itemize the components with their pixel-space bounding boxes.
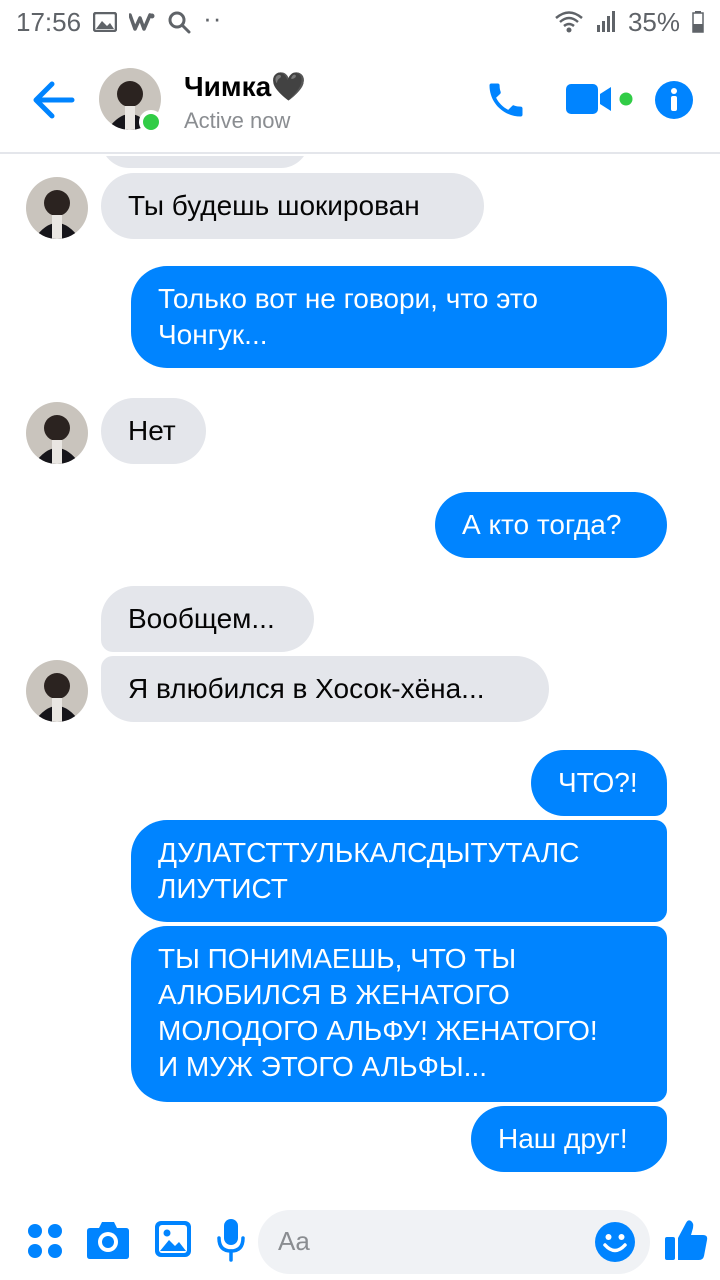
online-indicator <box>139 110 163 134</box>
composer-bar: Aa <box>0 1200 720 1280</box>
contact-avatar-small <box>26 402 88 464</box>
battery-icon <box>692 11 704 33</box>
like-button[interactable] <box>664 1218 708 1267</box>
emoji-icon <box>595 1222 635 1262</box>
chat-header: Чимка🖤 Active now <box>0 44 720 154</box>
video-call-button[interactable] <box>566 82 636 118</box>
info-icon <box>655 81 693 119</box>
status-time: 17:56 <box>16 6 82 37</box>
message-bubble-outgoing[interactable]: Наш друг! <box>471 1106 667 1172</box>
w-icon <box>129 12 155 32</box>
gallery-icon <box>93 12 118 32</box>
signal-icon <box>596 11 616 33</box>
search-icon <box>167 10 191 34</box>
emoji-button[interactable] <box>594 1221 636 1263</box>
message-thread[interactable]: Ты будешь шокирован Только вот не говори… <box>0 156 720 1196</box>
message-bubble-incoming[interactable]: Вообщем... <box>101 586 314 652</box>
thumbs-up-icon <box>665 1220 708 1260</box>
contact-avatar-small <box>26 660 88 722</box>
status-bar-right: 35% <box>554 7 704 38</box>
info-button[interactable] <box>654 80 694 120</box>
status-bar-left: 17:56 ·· <box>16 3 222 38</box>
message-bubble-incoming[interactable]: Нет <box>101 398 206 464</box>
message-input-placeholder: Aa <box>278 1226 310 1256</box>
back-button[interactable] <box>30 78 78 122</box>
message-bubble-incoming[interactable]: Ты будешь шокирован <box>101 173 484 239</box>
call-button[interactable] <box>484 78 528 122</box>
gallery-button[interactable] <box>154 1220 192 1263</box>
message-bubble-incoming[interactable] <box>101 156 309 168</box>
message-bubble-outgoing[interactable]: ЧТО?! <box>531 750 667 816</box>
phone-icon <box>489 83 523 117</box>
contact-avatar-small <box>26 177 88 239</box>
apps-icon <box>28 1224 62 1258</box>
more-dots-icon: ·· <box>203 2 223 33</box>
battery-percent: 35% <box>627 6 680 37</box>
message-bubble-outgoing[interactable]: Только вот не говори, что это Чонгук... <box>131 266 667 368</box>
apps-button[interactable] <box>26 1222 64 1265</box>
wifi-icon <box>554 10 584 34</box>
video-camera-icon <box>566 84 633 114</box>
message-bubble-outgoing[interactable]: ТЫ ПОНИМАЕШЬ, ЧТО ТЫ АЛЮБИЛСЯ В ЖЕНАТОГО… <box>131 926 667 1102</box>
back-arrow-icon <box>33 81 75 119</box>
message-input[interactable]: Aa <box>258 1210 650 1274</box>
microphone-icon <box>217 1219 245 1262</box>
contact-status: Active now <box>184 108 291 133</box>
camera-icon <box>87 1222 129 1259</box>
message-bubble-outgoing[interactable]: ДУЛАТСТТУЛЬКАЛСДЫТУТАЛС ЛИУТИСТ <box>131 820 667 922</box>
camera-button[interactable] <box>86 1220 130 1265</box>
contact-name[interactable]: Чимка🖤 <box>184 70 306 103</box>
microphone-button[interactable] <box>216 1218 246 1267</box>
status-bar: 17:56 ·· 35% <box>0 0 720 44</box>
message-bubble-outgoing[interactable]: А кто тогда? <box>435 492 667 558</box>
image-icon <box>155 1221 191 1257</box>
message-bubble-incoming[interactable]: Я влюбился в Хосок-хёна... <box>101 656 549 722</box>
